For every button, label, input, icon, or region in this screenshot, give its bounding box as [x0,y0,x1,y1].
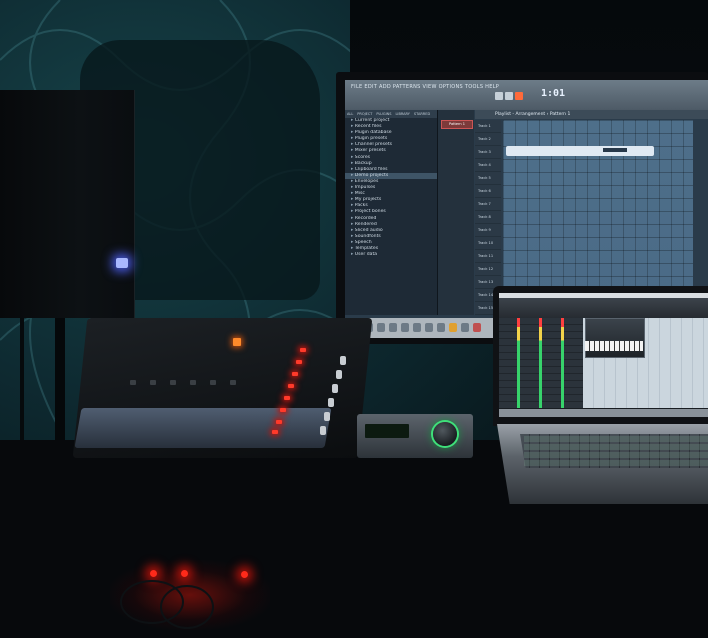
taskbar-app-icon [461,323,469,332]
mixer-led [300,348,306,352]
mixer-button [328,398,334,407]
laptop-dock [499,409,708,417]
pattern-clip [506,146,654,156]
taskbar-app-icon [473,323,481,332]
track-label: Track 4 [475,159,501,172]
floor-led [181,570,188,577]
mixing-console-front [74,408,332,448]
mixer-knob [130,380,136,385]
browser-tab: LIBRARY [395,112,410,116]
mixer-knob [230,380,236,385]
plugin-keyboard [585,341,643,351]
track-label: Track 10 [475,237,501,250]
mixer-knob [210,380,216,385]
laptop-daw-toolbar [499,298,708,318]
track-label: Track 8 [475,211,501,224]
pattern-clip-notes [603,148,627,152]
mixer-led [288,384,294,388]
cable [160,585,214,629]
track-label: Track 3 [475,146,501,159]
track-label: Track 11 [475,250,501,263]
channel-rack-strip: Pattern 1 [438,110,474,315]
interface-meter-display [365,424,409,438]
studio-speaker [0,90,135,318]
mixer-button [332,384,338,393]
taskbar-app-icon [389,323,397,332]
mixer-knob [170,380,176,385]
mixer-button [336,370,342,379]
level-meter [539,318,542,408]
daw-menu-text: FILE EDIT ADD PATTERNS VIEW OPTIONS TOOL… [351,84,500,90]
mixer-led [272,430,278,434]
taskbar-app-icon [401,323,409,332]
studio-photo: FILE EDIT ADD PATTERNS VIEW OPTIONS TOOL… [0,0,708,638]
playlist-title: Playlist - Arrangement › Pattern 1 [475,110,708,119]
song-position: 1:01 [541,88,566,99]
keyboard-backlight [524,436,708,466]
track-label: Track 7 [475,198,501,211]
track-label: Track 2 [475,133,501,146]
taskbar-app-icon [437,323,445,332]
browser-tab: ALL [347,112,354,116]
browser-tabs: ALL PROJECT PLUGINS LIBRARY STARRED [345,110,437,118]
laptop-daw-screen [499,293,708,417]
mixer-led [276,420,282,424]
speaker-power-led [116,258,128,268]
mixer-button [340,356,346,365]
mixer-button [320,426,326,435]
track-label: Track 1 [475,120,501,133]
level-meter [517,318,520,408]
mixer-led [280,408,286,412]
mixer-power-led [233,338,241,346]
browser-tab: PROJECT [357,112,373,116]
pattern-selector: Pattern 1 [441,120,473,129]
browser-tab: PLUGINS [376,112,392,116]
floor-led [241,571,248,578]
track-label: Track 9 [475,224,501,237]
stop-button [505,92,513,100]
mixer-led [284,396,290,400]
browser-item: User data [345,252,437,258]
synth-plugin-window [585,318,645,358]
track-label: Track 12 [475,263,501,276]
daw-browser-panel: ALL PROJECT PLUGINS LIBRARY STARRED Curr… [345,110,438,315]
mixer-knob [190,380,196,385]
track-label: Track 6 [475,185,501,198]
mixer-led [292,372,298,376]
audio-interface [357,414,473,458]
record-button [515,92,523,100]
mixer-button [324,412,330,421]
mixer-knob [150,380,156,385]
track-label: Track 5 [475,172,501,185]
level-meter [561,318,564,408]
taskbar-app-icon [425,323,433,332]
taskbar-app-icon [413,323,421,332]
taskbar-app-icon [377,323,385,332]
monitor-knob [433,422,457,446]
play-button [495,92,503,100]
mixer-led [296,360,302,364]
taskbar-app-icon [449,323,457,332]
browser-tab: STARRED [413,112,431,116]
daw-toolbar: FILE EDIT ADD PATTERNS VIEW OPTIONS TOOL… [345,80,708,110]
floor-led [150,570,157,577]
